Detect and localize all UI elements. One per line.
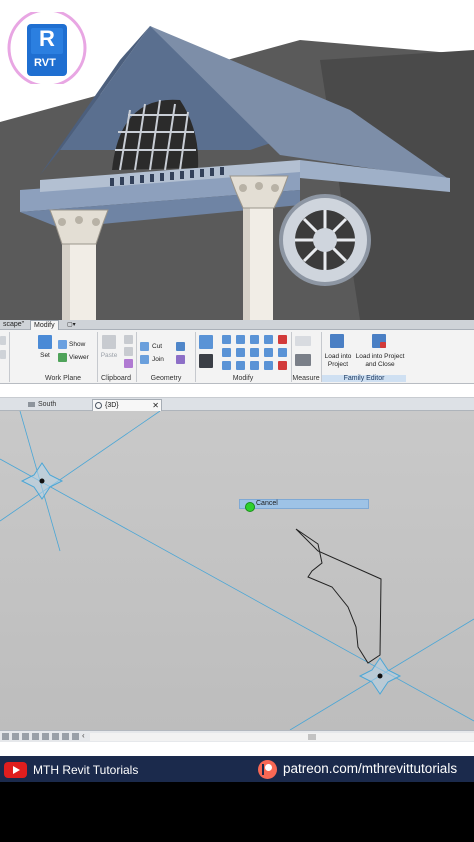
tab-massing-landscape[interactable]: scape” xyxy=(0,320,27,330)
scroll-left-icon[interactable]: ‹ xyxy=(82,731,85,740)
detail-level-icon[interactable] xyxy=(12,733,19,740)
trim-extend-icon[interactable] xyxy=(222,361,231,370)
scrollbar-thumb[interactable] xyxy=(308,734,316,740)
ribbon-tab-bar: scape” Modify ▢▾ xyxy=(0,320,474,330)
delete-element-icon[interactable] xyxy=(278,361,287,370)
patreon-icon xyxy=(258,760,277,779)
unpin-icon[interactable] xyxy=(264,348,273,357)
screen: R RVT scape” Modify ▢▾ Set Show Viewer W… xyxy=(0,0,474,842)
join-geometry-icon[interactable] xyxy=(140,355,149,364)
split-gap-icon[interactable] xyxy=(278,348,287,357)
sun-path-icon[interactable] xyxy=(32,733,39,740)
split-element-icon[interactable] xyxy=(250,335,259,344)
tab-3d-label: {3D} xyxy=(105,402,119,409)
move-icon[interactable] xyxy=(199,354,213,368)
tab-south-view[interactable]: South xyxy=(26,399,88,411)
origin-point xyxy=(377,673,383,679)
visual-style-icon[interactable] xyxy=(22,733,29,740)
rotate-icon[interactable] xyxy=(236,348,245,357)
revit-logo-text: RVT xyxy=(34,57,56,69)
panel-divider xyxy=(9,332,10,382)
youtube-icon xyxy=(4,762,27,778)
mirror-draw-icon[interactable] xyxy=(236,335,245,344)
reveal-hidden-icon[interactable] xyxy=(72,733,79,740)
paste-button-label[interactable]: Paste xyxy=(98,352,120,360)
cut-to-clipboard-icon[interactable] xyxy=(124,335,133,344)
offset-icon[interactable] xyxy=(222,335,231,344)
work-plane-panel-label: Work Plane xyxy=(44,375,82,382)
drawing-viewport[interactable] xyxy=(0,411,474,730)
load-into-project-label[interactable]: Load into Project xyxy=(322,353,354,369)
cut-geometry-icon[interactable] xyxy=(140,342,149,351)
panel-divider xyxy=(136,332,137,382)
reference-line xyxy=(0,411,161,522)
pin-icon[interactable] xyxy=(264,335,273,344)
revit-logo: R RVT xyxy=(4,12,90,84)
shadows-icon[interactable] xyxy=(42,733,49,740)
cancel-tooltip[interactable]: Cancel xyxy=(239,499,369,509)
channel-banner: MTH Revit Tutorials patreon.com/mthrevit… xyxy=(0,756,474,782)
elevation-view-icon xyxy=(28,402,35,407)
align-icon[interactable] xyxy=(199,335,213,349)
view-scale-icon[interactable] xyxy=(2,733,9,740)
options-bar xyxy=(0,384,474,398)
trim-icon[interactable] xyxy=(264,361,273,370)
measure-icon[interactable] xyxy=(295,336,311,346)
channel-name: MTH Revit Tutorials xyxy=(33,763,139,777)
dimension-icon[interactable] xyxy=(295,354,311,366)
geometry-panel-label: Geometry xyxy=(150,375,182,382)
crop-view-icon[interactable] xyxy=(52,733,59,740)
ribbon-modify-panel: Set Show Viewer Work Plane Paste Clipboa… xyxy=(0,330,474,384)
reference-plane-marker xyxy=(20,462,402,695)
join-geometry-label[interactable]: Join xyxy=(152,356,164,364)
portico-render: R RVT xyxy=(0,0,474,322)
paint-icon[interactable] xyxy=(176,355,185,364)
copy-to-clipboard-icon[interactable] xyxy=(124,347,133,356)
match-type-properties-icon[interactable] xyxy=(124,359,133,368)
array-icon[interactable] xyxy=(250,348,259,357)
molding-profile-sketch xyxy=(295,528,382,664)
family-editor-panel-label: Family Editor xyxy=(322,375,406,382)
clipboard-panel-label: Clipboard xyxy=(101,375,131,382)
load-into-project-close-label[interactable]: Load into Project and Close xyxy=(352,353,408,369)
set-workplane-icon[interactable] xyxy=(38,335,52,349)
horizontal-scrollbar[interactable] xyxy=(90,733,474,741)
ribbon-edge-icon[interactable] xyxy=(0,336,6,345)
temporary-hide-icon[interactable] xyxy=(62,733,69,740)
cursor-click-indicator xyxy=(245,502,255,512)
mirror-axis-icon[interactable] xyxy=(222,348,231,357)
show-button-label[interactable]: Show xyxy=(69,341,85,349)
viewer-icon[interactable] xyxy=(58,353,67,362)
copy-icon[interactable] xyxy=(236,361,245,370)
close-tab-icon[interactable]: ✕ xyxy=(152,400,159,411)
patreon-link[interactable]: patreon.com/mthrevittutorials xyxy=(283,761,457,776)
origin-point xyxy=(39,478,45,484)
status-strip xyxy=(0,742,474,756)
ribbon-edge-icon[interactable] xyxy=(0,350,6,359)
viewer-button-label[interactable]: Viewer xyxy=(69,354,89,362)
cut-geometry-label[interactable]: Cut xyxy=(152,343,162,351)
scale-icon[interactable] xyxy=(250,361,259,370)
modify-panel-label: Modify xyxy=(232,375,254,382)
revit-logo-letter: R xyxy=(39,26,55,51)
3d-view-icon xyxy=(95,402,102,409)
ribbon-options-dropdown[interactable]: ▢▾ xyxy=(64,320,79,330)
view-control-bar: ‹ xyxy=(0,730,474,742)
tab-3d-view[interactable]: {3D} ✕ xyxy=(92,399,162,411)
tab-south-label: South xyxy=(38,401,57,408)
reference-line xyxy=(0,458,474,722)
close-badge-icon xyxy=(380,342,386,348)
viewport-geometry xyxy=(0,411,474,730)
show-workplane-icon[interactable] xyxy=(58,340,67,349)
delete-icon[interactable] xyxy=(278,335,287,344)
tab-modify[interactable]: Modify xyxy=(30,320,59,330)
measure-panel-label: Measure xyxy=(292,375,320,382)
paste-icon[interactable] xyxy=(102,335,116,349)
set-button-label[interactable]: Set xyxy=(36,352,54,360)
view-tab-bar: South {3D} ✕ xyxy=(0,398,474,411)
split-face-icon[interactable] xyxy=(176,342,185,351)
load-into-project-icon[interactable] xyxy=(330,334,344,348)
